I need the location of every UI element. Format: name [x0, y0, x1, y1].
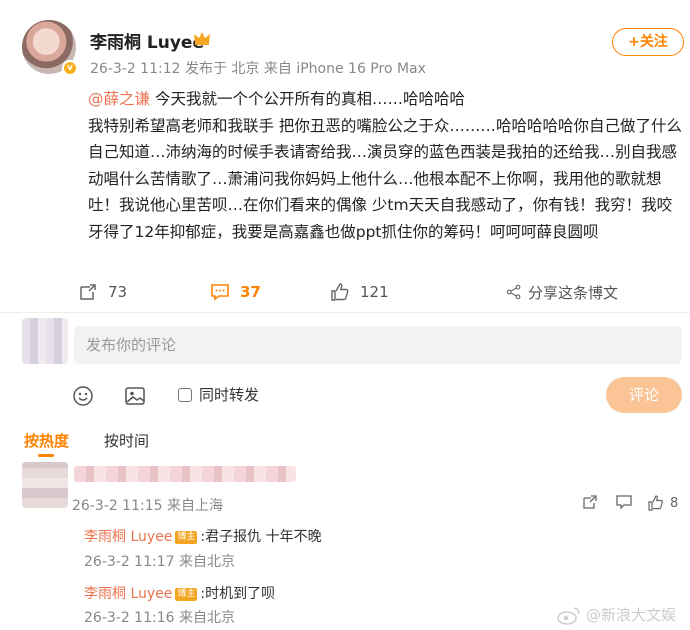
- post-text-segment: 你自己做了什么自己知道…沛纳海的时候手表请寄给我…演员穿的蓝色西装是我拍的还给我…: [88, 116, 682, 241]
- commenter-avatar[interactable]: [22, 462, 68, 508]
- verified-badge-icon: v: [62, 60, 78, 76]
- mention-link[interactable]: @薛之谦: [88, 90, 150, 108]
- image-icon[interactable]: [124, 385, 146, 407]
- comment-icon: [616, 495, 632, 510]
- watermark-text: @新浪大文娱: [586, 606, 677, 624]
- active-tab-indicator: [38, 454, 54, 457]
- author-badge: 博主: [175, 531, 198, 544]
- post-meta: 26-3-2 11:12 发布于 北京 来自 iPhone 16 Pro Max: [90, 61, 426, 77]
- comment-icon: [211, 284, 229, 301]
- post-text-segment: 哈哈哈哈: [402, 90, 465, 108]
- post-actions: 73 37 121 分享这条博文: [0, 280, 690, 304]
- share-icon: [506, 284, 521, 300]
- also-repost-checkbox[interactable]: [178, 388, 192, 402]
- watermark: @新浪大文娱: [556, 604, 676, 625]
- comment-input[interactable]: 发布你的评论: [74, 326, 682, 364]
- thumbs-up-icon: [648, 495, 663, 511]
- also-repost-label[interactable]: 同时转发: [199, 384, 259, 405]
- emoji-icon[interactable]: [72, 385, 94, 407]
- reply-author[interactable]: 李雨桐 Luyee: [84, 529, 172, 545]
- comment-like-count: 8: [670, 495, 679, 511]
- reply-item: 李雨桐 Luyee 博主:君子报仇 十年不晚: [84, 526, 322, 546]
- author-name[interactable]: 李雨桐 Luyee: [90, 28, 204, 53]
- repost-button[interactable]: 73: [78, 280, 127, 304]
- share-button[interactable]: 分享这条博文: [506, 280, 618, 304]
- comment-button[interactable]: 37: [210, 280, 261, 304]
- like-count: 121: [360, 283, 389, 301]
- sort-hot-tab[interactable]: 按热度: [24, 430, 69, 451]
- sort-time-tab[interactable]: 按时间: [104, 430, 149, 451]
- post-text-segment: 今天我就一个个公开所有的真相……: [150, 90, 403, 108]
- comment-meta: 26-3-2 11:15 来自上海: [72, 498, 223, 514]
- commenter-name-redacted: [74, 466, 296, 482]
- reply-item: 李雨桐 Luyee 博主:时机到了呗: [84, 583, 275, 603]
- reply-meta: 26-3-2 11:17 来自北京: [84, 554, 235, 570]
- reply-author[interactable]: 李雨桐 Luyee: [84, 586, 172, 602]
- repost-icon: [80, 284, 96, 300]
- post-text-segment: 哈哈哈哈哈: [495, 116, 574, 135]
- post-text: @薛之谦 今天我就一个个公开所有的真相……哈哈哈哈我特别希望高老师和我联手 把你…: [88, 86, 684, 245]
- like-button[interactable]: 121: [330, 280, 389, 304]
- share-label: 分享这条博文: [528, 283, 619, 302]
- author-badge: 博主: [175, 588, 198, 601]
- thumbs-up-icon: [331, 283, 349, 301]
- comment-count: 37: [240, 283, 261, 301]
- composer-toolbar: 同时转发 评论: [0, 377, 690, 413]
- repost-icon: [583, 495, 597, 509]
- comment-like-button[interactable]: 8: [648, 494, 678, 512]
- divider: [0, 312, 690, 313]
- weibo-logo-icon: [557, 606, 580, 625]
- repost-count: 73: [108, 283, 128, 301]
- reply-text: :君子报仇 十年不晚: [200, 529, 322, 545]
- reply-text: :时机到了呗: [200, 586, 276, 602]
- comment-repost-button[interactable]: [582, 494, 598, 512]
- post-text-segment: 我特别希望高老师和我联手 把你丑恶的嘴脸公之于众………: [88, 116, 496, 135]
- reply-meta: 26-3-2 11:16 来自北京: [84, 610, 235, 626]
- my-avatar: [22, 318, 68, 364]
- crown-icon: [193, 30, 211, 46]
- comment-reply-button[interactable]: [616, 494, 632, 512]
- follow-button[interactable]: +关注: [612, 28, 684, 56]
- submit-comment-button[interactable]: 评论: [606, 377, 682, 413]
